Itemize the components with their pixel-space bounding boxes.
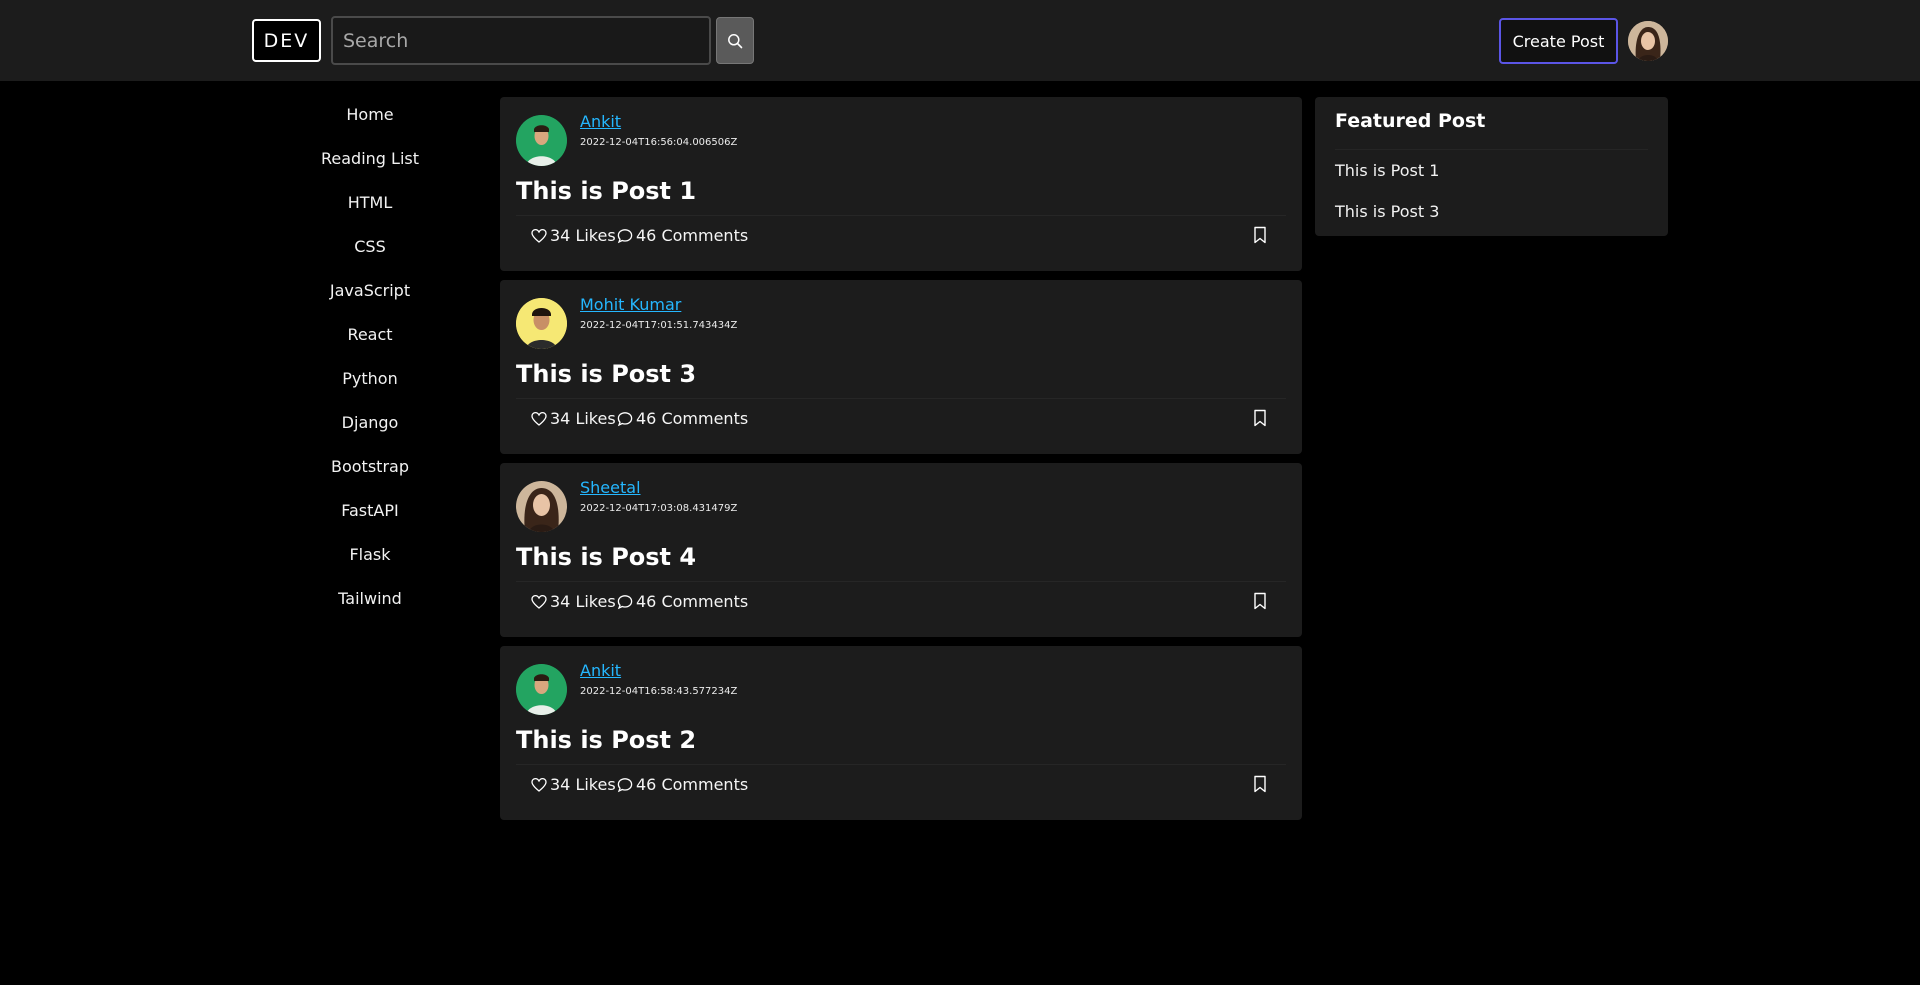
avatar-image — [516, 481, 567, 532]
author-avatar[interactable] — [516, 115, 567, 166]
divider — [1335, 149, 1648, 150]
sidebar-item-flask[interactable]: Flask — [290, 536, 450, 580]
comment-icon — [617, 777, 633, 792]
post-stats: 34 Likes 46 Comments — [516, 581, 1286, 621]
search-button[interactable] — [716, 17, 754, 64]
top-navbar: DEV Create Post — [0, 0, 1920, 81]
author-link[interactable]: Ankit — [580, 112, 621, 131]
post-feed: Ankit 2022-12-04T16:56:04.006506Z This i… — [500, 97, 1302, 829]
post-date: 2022-12-04T17:01:51.743434Z — [580, 320, 738, 331]
post-card: Ankit 2022-12-04T16:56:04.006506Z This i… — [500, 97, 1302, 271]
sidebar-item-fastapi[interactable]: FastAPI — [290, 492, 450, 536]
likes-count: 34 Likes — [550, 775, 616, 794]
heart-icon — [531, 777, 547, 792]
likes-button[interactable]: 34 Likes — [531, 592, 616, 611]
bookmark-button[interactable] — [1252, 592, 1268, 614]
comments-button[interactable]: 46 Comments — [617, 409, 748, 428]
post-date: 2022-12-04T16:56:04.006506Z — [580, 137, 738, 148]
sidebar-nav: Home Reading List HTML CSS JavaScript Re… — [290, 96, 450, 624]
post-stats: 34 Likes 46 Comments — [516, 764, 1286, 804]
heart-icon — [531, 411, 547, 426]
avatar-image — [516, 664, 567, 715]
post-stats: 34 Likes 46 Comments — [516, 398, 1286, 438]
comment-icon — [617, 411, 633, 426]
bookmark-button[interactable] — [1252, 775, 1268, 797]
create-post-button[interactable]: Create Post — [1499, 18, 1618, 64]
sidebar-item-react[interactable]: React — [290, 316, 450, 360]
bookmark-button[interactable] — [1252, 226, 1268, 248]
post-title[interactable]: This is Post 1 — [516, 177, 696, 205]
search-input[interactable] — [331, 16, 711, 65]
featured-title: Featured Post — [1335, 110, 1486, 132]
post-date: 2022-12-04T17:03:08.431479Z — [580, 503, 738, 514]
comments-count: 46 Comments — [636, 226, 749, 245]
sidebar-item-python[interactable]: Python — [290, 360, 450, 404]
search-icon — [728, 33, 743, 48]
comment-icon — [617, 228, 633, 243]
bookmark-button[interactable] — [1252, 409, 1268, 431]
sidebar-item-bootstrap[interactable]: Bootstrap — [290, 448, 450, 492]
sidebar-item-django[interactable]: Django — [290, 404, 450, 448]
likes-count: 34 Likes — [550, 226, 616, 245]
post-title[interactable]: This is Post 2 — [516, 726, 696, 754]
author-link[interactable]: Ankit — [580, 661, 621, 680]
comments-count: 46 Comments — [636, 775, 749, 794]
bookmark-icon — [1254, 409, 1266, 427]
sidebar-item-javascript[interactable]: JavaScript — [290, 272, 450, 316]
likes-count: 34 Likes — [550, 409, 616, 428]
likes-button[interactable]: 34 Likes — [531, 409, 616, 428]
avatar-image — [516, 115, 567, 166]
post-title[interactable]: This is Post 4 — [516, 543, 696, 571]
avatar-image — [516, 298, 567, 349]
author-link[interactable]: Mohit Kumar — [580, 295, 681, 314]
post-date: 2022-12-04T16:58:43.577234Z — [580, 686, 738, 697]
comments-button[interactable]: 46 Comments — [617, 775, 748, 794]
sidebar-item-home[interactable]: Home — [290, 96, 450, 140]
likes-button[interactable]: 34 Likes — [531, 226, 616, 245]
bookmark-icon — [1254, 226, 1266, 244]
likes-button[interactable]: 34 Likes — [531, 775, 616, 794]
comments-button[interactable]: 46 Comments — [617, 592, 748, 611]
post-title[interactable]: This is Post 3 — [516, 360, 696, 388]
bookmark-icon — [1254, 775, 1266, 793]
sidebar-item-html[interactable]: HTML — [290, 184, 450, 228]
author-avatar[interactable] — [516, 298, 567, 349]
featured-post-panel: Featured Post This is Post 1 This is Pos… — [1315, 97, 1668, 236]
comments-count: 46 Comments — [636, 409, 749, 428]
featured-link[interactable]: This is Post 3 — [1335, 202, 1439, 221]
sidebar-item-reading-list[interactable]: Reading List — [290, 140, 450, 184]
author-avatar[interactable] — [516, 481, 567, 532]
avatar-image — [1628, 21, 1668, 61]
post-stats: 34 Likes 46 Comments — [516, 215, 1286, 255]
dev-logo[interactable]: DEV — [252, 19, 321, 62]
sidebar-item-css[interactable]: CSS — [290, 228, 450, 272]
post-card: Mohit Kumar 2022-12-04T17:01:51.743434Z … — [500, 280, 1302, 454]
author-link[interactable]: Sheetal — [580, 478, 641, 497]
post-card: Sheetal 2022-12-04T17:03:08.431479Z This… — [500, 463, 1302, 637]
author-avatar[interactable] — [516, 664, 567, 715]
user-avatar[interactable] — [1628, 21, 1668, 61]
sidebar-item-tailwind[interactable]: Tailwind — [290, 580, 450, 624]
bookmark-icon — [1254, 592, 1266, 610]
likes-count: 34 Likes — [550, 592, 616, 611]
comments-button[interactable]: 46 Comments — [617, 226, 748, 245]
heart-icon — [531, 594, 547, 609]
comments-count: 46 Comments — [636, 592, 749, 611]
comment-icon — [617, 594, 633, 609]
heart-icon — [531, 228, 547, 243]
featured-link[interactable]: This is Post 1 — [1335, 161, 1439, 180]
post-card: Ankit 2022-12-04T16:58:43.577234Z This i… — [500, 646, 1302, 820]
